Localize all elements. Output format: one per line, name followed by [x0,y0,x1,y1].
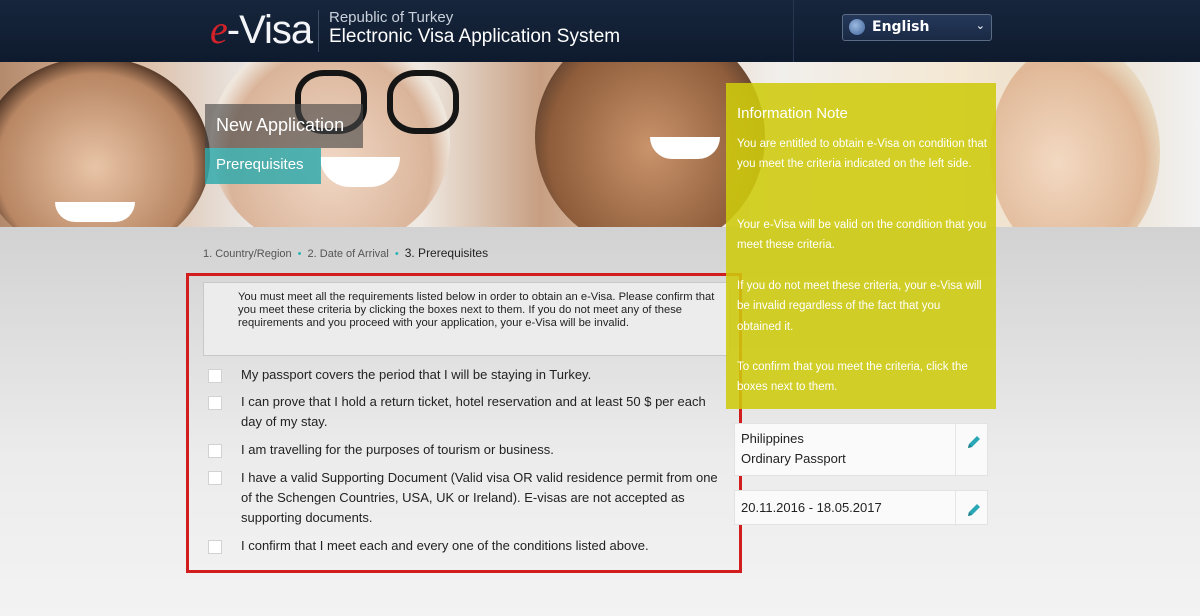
information-note: Information Note You are entitled to obt… [726,83,996,409]
summary-passport-type: Ordinary Passport [741,451,846,466]
header-divider-right [793,0,794,62]
card-divider [955,491,956,526]
summary-card-dates: 20.11.2016 - 18.05.2017 [734,490,988,526]
site-header: e-Visa Republic of Turkey Electronic Vis… [0,0,1200,62]
information-note-paragraph: To confirm that you meet the criteria, c… [737,361,968,394]
pencil-edit-icon[interactable] [965,433,983,451]
information-note-paragraph: Your e-Visa will be valid on the conditi… [737,219,987,252]
requirements-highlight-box [186,273,742,573]
hero-banner: New Application Prerequisites [0,62,1200,227]
header-subtitle-system: Electronic Visa Application System [329,26,621,47]
hero-photo-smile [55,202,135,222]
breadcrumb-step-country[interactable]: 1. Country/Region [203,248,292,260]
chevron-down-icon: ⌄ [975,19,985,32]
summary-country: Philippines [741,431,804,446]
summary-travel-dates: 20.11.2016 - 18.05.2017 [741,500,882,515]
header-divider [318,10,319,52]
breadcrumb-dot: • [394,248,399,260]
language-label: English [872,19,930,35]
breadcrumb-step-prerequisites: 3. Prerequisites [404,246,489,260]
breadcrumb-step-date[interactable]: 2. Date of Arrival [308,248,389,260]
summary-card-country: Philippines Ordinary Passport [734,423,988,477]
header-subtitle-country: Republic of Turkey [329,9,454,26]
information-note-paragraph: If you do not meet these criteria, your … [737,280,982,333]
hero-photo-smile [650,137,720,159]
information-note-title: Information Note [737,105,848,122]
page-subtitle: Prerequisites [205,148,321,184]
hero-photo-face [990,62,1160,227]
evisa-logo[interactable]: e-Visa [210,8,313,53]
breadcrumb-dot: • [297,248,302,260]
information-note-paragraph: You are entitled to obtain e-Visa on con… [737,138,987,171]
globe-icon [849,19,865,35]
pencil-edit-icon[interactable] [965,501,983,519]
page-title: New Application [205,104,363,148]
language-select[interactable]: English ⌄ [842,14,992,41]
card-divider [955,424,956,477]
breadcrumb: 1. Country/Region • 2. Date of Arrival • 3. … [203,246,488,260]
